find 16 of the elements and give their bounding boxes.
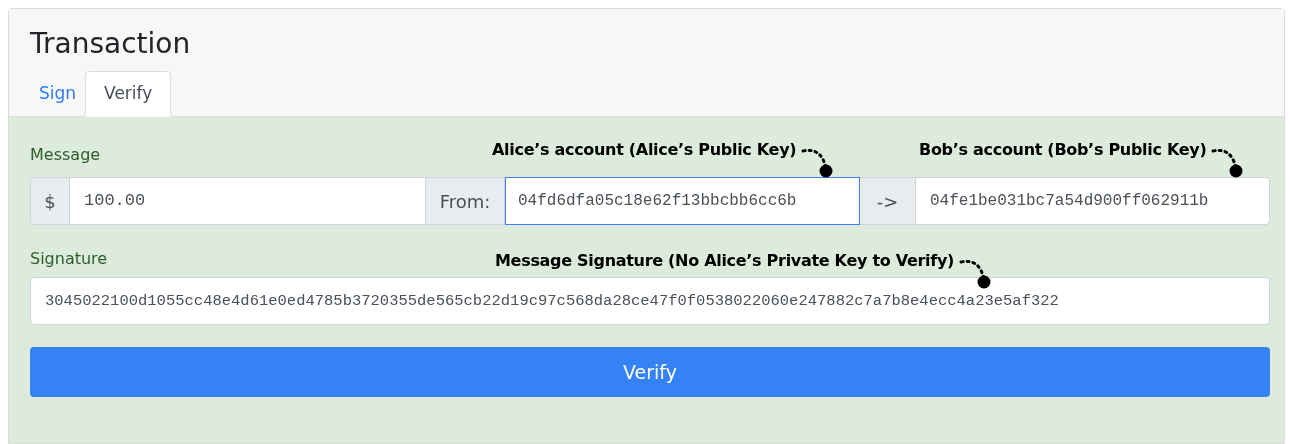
recipient-key-field[interactable]: 04fe1be031bc7a54d900ff062911b (915, 177, 1270, 225)
input-addon: -> (860, 177, 915, 225)
tab[interactable]: Sign (30, 71, 86, 117)
verify-button[interactable]: Verify (30, 347, 1270, 397)
annotation-label: Bob’s account (Bob’s Public Key) (919, 139, 1207, 161)
amount-field[interactable]: 100.00 (70, 177, 425, 225)
tab[interactable]: Verify (85, 71, 172, 117)
field-label: Signature (30, 248, 108, 270)
input-addon: $ (30, 177, 70, 225)
sender-key-field[interactable]: 04fd6dfa05c18e62f13bbcbb6cc6b (505, 177, 860, 225)
field-label: Message (30, 144, 101, 166)
signature-field[interactable]: 3045022100d1055cc48e4d61e0ed4785b3720355de565cb22d19c97c568da28ce47f0f0538022060e247882c7a7b8e4ecc4a23e5af322 (30, 277, 1270, 325)
input-addon: From: (425, 177, 505, 225)
annotation-label: Alice’s account (Alice’s Public Key) (492, 139, 797, 161)
card-title: Transaction (30, 26, 192, 62)
annotation-label: Message Signature (No Alice’s Private Key to Verify) (495, 250, 955, 272)
